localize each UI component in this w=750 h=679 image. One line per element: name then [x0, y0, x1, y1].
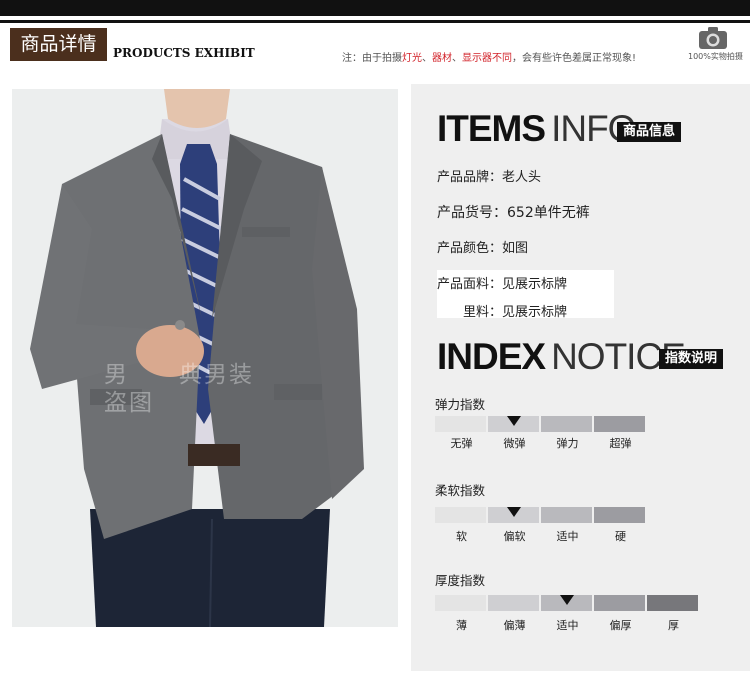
camera-icon	[699, 27, 727, 49]
elasticity-labels: 无弹 微弹 弹力 超弹	[435, 435, 647, 451]
info-row-lining: 里料：见展示标牌	[437, 301, 567, 320]
items-info-title: ITEMS INFO	[437, 108, 636, 150]
watermark-line: 男 典男装	[104, 362, 254, 388]
notice-highlight: 灯光	[402, 53, 422, 64]
softness-title: 柔软指数	[435, 483, 486, 498]
watermark-line: 盗图	[104, 390, 154, 416]
title-bold: INDEX	[437, 336, 546, 377]
notice-text: 、	[452, 53, 462, 64]
fabric-rows: 产品面料：见展示标牌 里料：见展示标牌	[437, 270, 614, 320]
index-notice-tag: 指数说明	[659, 349, 724, 369]
row-value: 652单件无裤	[507, 205, 590, 221]
info-row-brand: 产品品牌：老人头	[437, 166, 541, 185]
top-divider	[0, 20, 750, 23]
color-notice: 注：由于拍摄灯光、器材、显示器不同，会有些许色差属正常现象!	[342, 49, 636, 64]
scale-segment	[435, 507, 486, 523]
softness-scale	[435, 507, 647, 523]
level-label: 适中	[556, 530, 579, 543]
info-row-fabric: 产品面料：见展示标牌	[437, 273, 567, 292]
index-notice-title: INDEX NOTICE	[437, 336, 686, 378]
scale-segment	[541, 507, 592, 523]
row-label: 里料：	[463, 305, 503, 320]
scale-marker-icon	[507, 507, 521, 517]
thickness-title: 厚度指数	[435, 573, 486, 588]
scale-segment	[594, 595, 645, 611]
blazer-illustration	[12, 89, 398, 627]
level-label: 微弹	[503, 437, 526, 450]
row-value: 见展示标牌	[502, 305, 568, 320]
thickness-labels: 薄 偏薄 适中 偏厚 厚	[435, 617, 700, 633]
level-label: 偏厚	[609, 619, 632, 632]
notice-text: 注：由于拍摄	[342, 53, 402, 64]
scale-segment	[488, 595, 539, 611]
scale-segment	[541, 416, 592, 432]
scale-segment	[435, 416, 486, 432]
info-row-sku: 产品货号：652单件无裤	[437, 202, 590, 222]
level-label: 偏薄	[503, 619, 526, 632]
section-title-en: PRODUCTS EXHIBIT	[113, 46, 255, 60]
row-label: 产品货号：	[437, 205, 507, 221]
row-value: 老人头	[502, 170, 542, 185]
elasticity-title: 弹力指数	[435, 397, 486, 412]
real-photo-badge: 100%实物拍摄	[688, 26, 743, 64]
level-label: 超弹	[609, 437, 632, 450]
row-label: 产品面料：	[437, 277, 503, 292]
row-label: 产品颜色：	[437, 241, 503, 256]
scale-segment	[435, 595, 486, 611]
scale-marker-icon	[560, 595, 574, 605]
elasticity-scale	[435, 416, 647, 432]
photo-watermark: 男 典男装 盗图	[104, 361, 254, 417]
level-label: 适中	[556, 619, 579, 632]
top-bar	[0, 0, 750, 16]
row-label: 产品品牌：	[437, 170, 503, 185]
product-photo: 男 典男装 盗图	[12, 89, 398, 627]
scale-segment	[647, 595, 698, 611]
level-label: 薄	[456, 619, 467, 632]
scale-segment	[594, 416, 645, 432]
level-label: 厚	[668, 619, 679, 632]
level-label: 硬	[615, 530, 626, 543]
camera-label: 100%实物拍摄	[688, 52, 743, 61]
scale-segment	[594, 507, 645, 523]
notice-text: 、	[422, 53, 432, 64]
level-label: 偏软	[503, 530, 526, 543]
row-value: 如图	[502, 241, 529, 256]
scale-marker-icon	[507, 416, 521, 426]
level-label: 软	[456, 530, 467, 543]
notice-text: ，会有些许色差属正常现象!	[512, 53, 637, 64]
info-panel: ITEMS INFO 商品信息 产品品牌：老人头 产品货号：652单件无裤 产品颜…	[411, 84, 750, 671]
section-tag: 商品详情	[10, 28, 107, 61]
items-info-tag: 商品信息	[617, 122, 682, 142]
notice-highlight: 器材	[432, 53, 452, 64]
notice-highlight: 显示器不同	[462, 53, 512, 64]
softness-labels: 软 偏软 适中 硬	[435, 528, 647, 544]
title-bold: ITEMS	[437, 108, 546, 149]
level-label: 无弹	[450, 437, 473, 450]
info-row-color: 产品颜色：如图	[437, 237, 528, 256]
level-label: 弹力	[556, 437, 579, 450]
row-value: 见展示标牌	[502, 277, 568, 292]
